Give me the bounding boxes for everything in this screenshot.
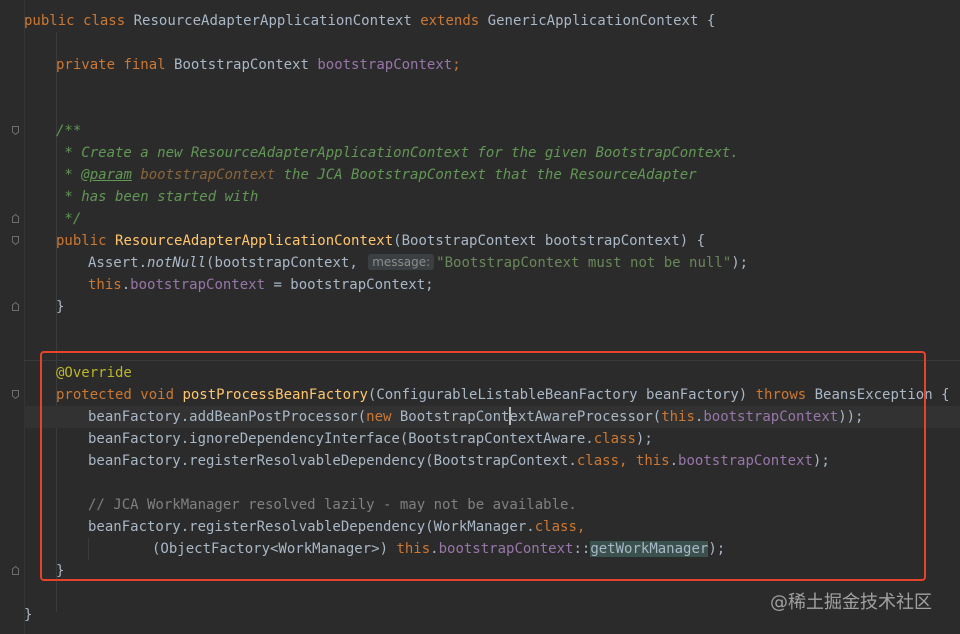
parameter-hint: message:	[368, 254, 435, 270]
keyword: public	[24, 13, 75, 29]
field-name: bootstrapContext	[130, 277, 266, 293]
brace: }	[56, 299, 65, 315]
parent-class: GenericApplicationContext	[487, 13, 699, 29]
static-method: notNull	[147, 255, 207, 271]
code-text: (bootstrapContext,	[206, 255, 367, 271]
brace: }	[24, 607, 33, 623]
comment-text: the JCA BootstrapContext that the Resour…	[275, 167, 697, 183]
comment-text: * Create a new ResourceAdapterApplicatio…	[56, 145, 739, 161]
code-line-class-declaration[interactable]: public class ResourceAdapterApplicationC…	[24, 10, 715, 32]
fold-marker-icon[interactable]	[12, 236, 19, 245]
keyword: final	[123, 57, 166, 73]
code-text: = bootstrapContext;	[265, 277, 434, 293]
javadoc-line[interactable]: * has been started with	[56, 186, 258, 208]
javadoc-close[interactable]: */	[56, 208, 81, 230]
code-line-assert[interactable]: Assert.notNull(bootstrapContext, message…	[88, 252, 748, 274]
watermark: @稀土掘金技术社区	[770, 592, 932, 613]
class-name: ResourceAdapterApplicationContext	[133, 13, 412, 29]
fold-marker-icon[interactable]	[12, 126, 19, 135]
fold-end-marker-icon[interactable]	[12, 214, 19, 223]
javadoc-param: bootstrapContext	[140, 167, 276, 183]
keyword: public	[56, 233, 107, 249]
method-name: ResourceAdapterApplicationContext	[115, 233, 394, 249]
type-name: BootstrapContext	[174, 57, 309, 73]
keyword: extends	[420, 13, 480, 29]
code-line-close-brace[interactable]: }	[56, 296, 64, 318]
code-line-constructor[interactable]: public ResourceAdapterApplicationContext…	[56, 230, 705, 252]
keyword: this	[88, 277, 122, 293]
string-literal: "BootstrapContext must not be null"	[436, 255, 732, 271]
parameters: (BootstrapContext bootstrapContext) {	[393, 233, 706, 249]
comment-text: /**	[56, 123, 82, 139]
semicolon: ;	[452, 57, 461, 73]
code-text: .	[121, 277, 131, 293]
comment-text: */	[56, 211, 82, 227]
javadoc-tag: @param	[81, 167, 132, 183]
code-line-assignment[interactable]: this.bootstrapContext = bootstrapContext…	[88, 274, 434, 296]
javadoc-line[interactable]: * Create a new ResourceAdapterApplicatio…	[56, 142, 739, 164]
code-line-field[interactable]: private final BootstrapContext bootstrap…	[56, 54, 461, 76]
keyword: private	[56, 57, 116, 73]
keyword: class	[83, 13, 126, 29]
code-text: Assert.	[88, 255, 148, 271]
code-text: );	[731, 255, 749, 271]
code-line-class-close-brace[interactable]: }	[24, 604, 32, 626]
fold-end-marker-icon[interactable]	[12, 566, 19, 575]
field-name: bootstrapContext	[317, 57, 453, 73]
highlight-box	[40, 351, 926, 581]
brace: {	[706, 13, 716, 29]
javadoc-open[interactable]: /**	[56, 120, 81, 142]
fold-end-marker-icon[interactable]	[12, 302, 19, 311]
fold-marker-icon[interactable]	[12, 390, 19, 399]
editor-gutter	[0, 0, 25, 634]
comment-text: *	[56, 167, 82, 183]
javadoc-param-line[interactable]: * @param bootstrapContext the JCA Bootst…	[56, 164, 697, 186]
comment-text: * has been started with	[56, 189, 259, 205]
